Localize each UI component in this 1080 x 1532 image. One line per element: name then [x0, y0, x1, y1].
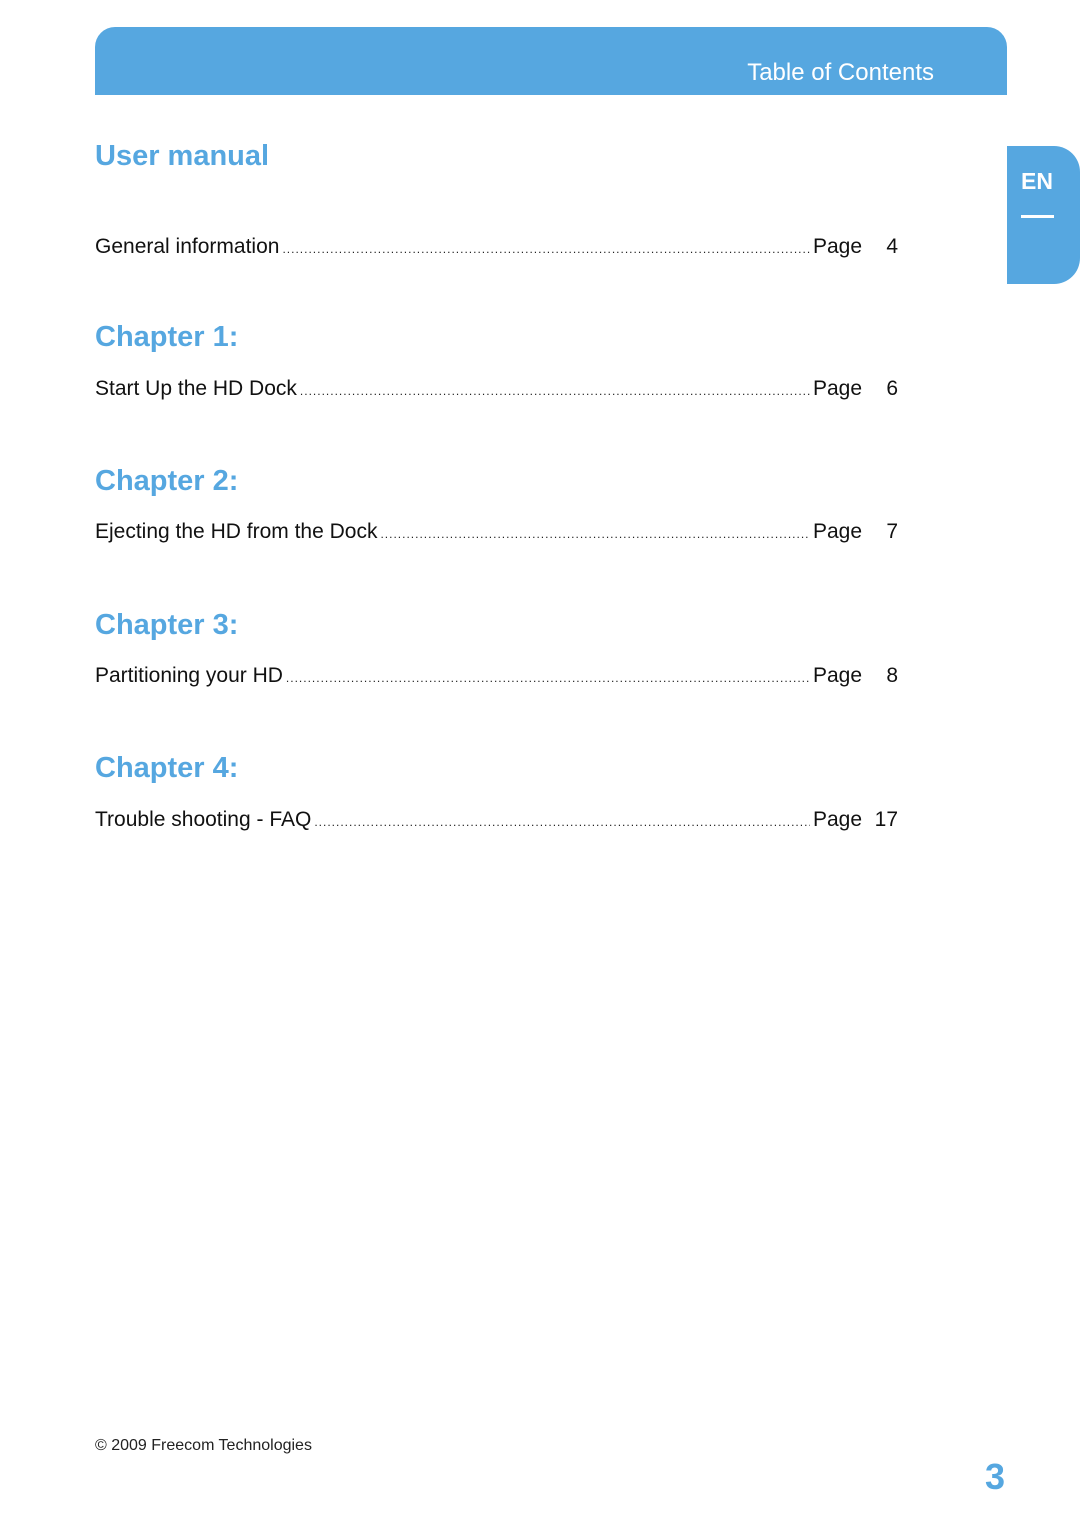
toc-entry[interactable]: Start Up the HD Dock Page 6: [95, 377, 898, 407]
toc-leader-dots: [286, 671, 810, 685]
toc-page-number: 8: [886, 664, 898, 687]
language-divider: [1021, 215, 1054, 218]
section-heading-chapter-4: Chapter 4:: [95, 752, 239, 784]
page-number: 3: [984, 1456, 1005, 1497]
toc-leader-dots: [314, 815, 810, 829]
toc-entry[interactable]: Trouble shooting - FAQ Page 17: [95, 808, 898, 838]
language-label: EN: [1021, 168, 1053, 194]
toc-page-label: Page: [812, 664, 862, 687]
footer-copyright: © 2009 Freecom Technologies: [95, 1437, 312, 1454]
toc-leader-dots: [300, 384, 810, 398]
toc-page-label: Page: [812, 235, 862, 258]
section-heading-chapter-2: Chapter 2:: [95, 465, 239, 497]
toc-entry[interactable]: General information Page 4: [95, 235, 898, 265]
header-bar: Table of Contents: [95, 27, 1007, 95]
toc-entry-title: Partitioning your HD: [95, 664, 283, 687]
toc-entry-title: General information: [95, 235, 280, 258]
section-heading-chapter-1: Chapter 1:: [95, 321, 239, 353]
toc-leader-dots: [282, 242, 810, 256]
toc-entry-title: Ejecting the HD from the Dock: [95, 520, 378, 543]
header-title: Table of Contents: [747, 59, 934, 86]
toc-page-label: Page: [812, 377, 862, 400]
toc-page-label: Page: [812, 520, 862, 543]
toc-page-number: 17: [874, 808, 898, 831]
toc-page-number: 4: [886, 235, 898, 258]
toc-entry[interactable]: Ejecting the HD from the Dock Page 7: [95, 520, 898, 550]
toc-page-label: Page: [812, 808, 862, 831]
toc-entry[interactable]: Partitioning your HD Page 8: [95, 664, 898, 694]
section-heading-user-manual: User manual: [95, 140, 270, 172]
toc-page-number: 6: [886, 377, 898, 400]
section-heading-chapter-3: Chapter 3:: [95, 609, 239, 641]
toc-leader-dots: [380, 527, 810, 541]
toc-entry-title: Start Up the HD Dock: [95, 377, 297, 400]
toc-entry-title: Trouble shooting - FAQ: [95, 808, 312, 831]
language-tab: EN: [1007, 146, 1080, 284]
toc-page-number: 7: [886, 520, 898, 543]
